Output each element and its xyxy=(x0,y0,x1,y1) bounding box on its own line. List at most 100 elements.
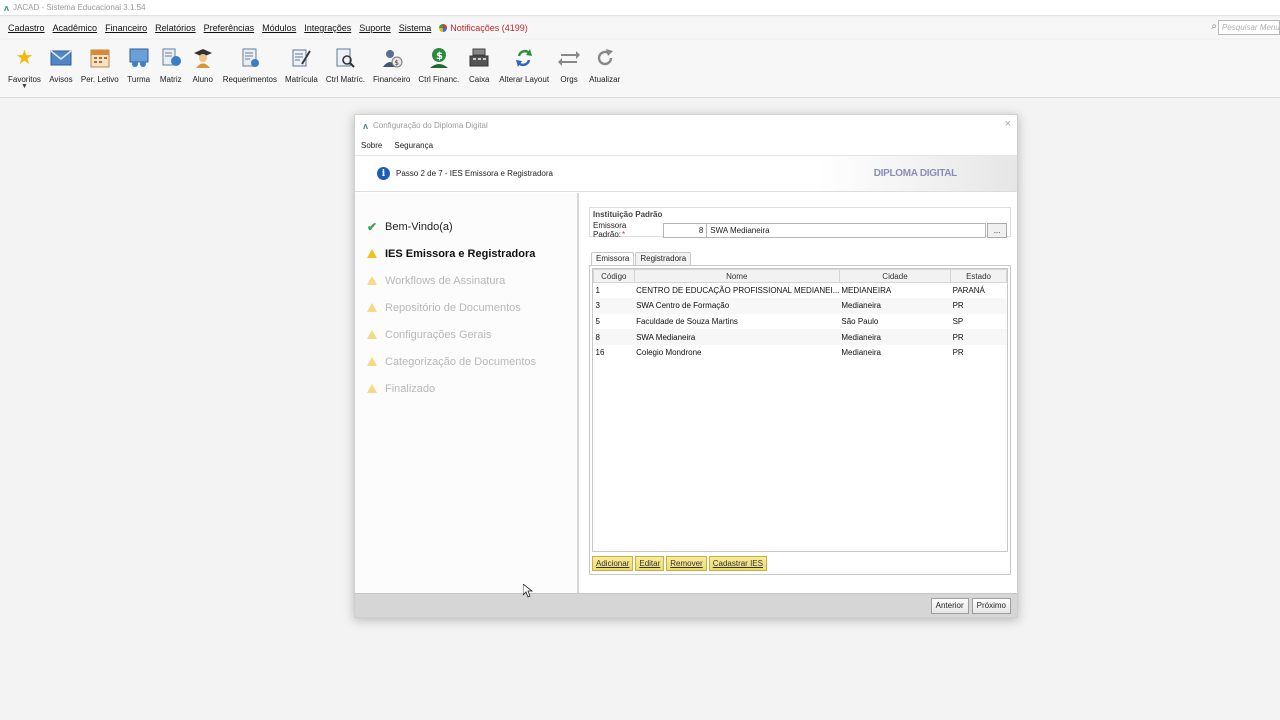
table-row[interactable]: 16 Colegio Mondrone Medianeira PR xyxy=(593,344,1007,361)
cell-estado: SP xyxy=(950,313,1007,330)
table-row[interactable]: 1 CENTRO DE EDUCAÇÃO PROFISSIONAL MEDIAN… xyxy=(593,282,1007,299)
required-marker: * xyxy=(622,230,626,239)
menu-financeiro[interactable]: Financeiro xyxy=(105,23,147,33)
toolbar-alterar-layout[interactable]: Alterar Layout xyxy=(495,40,553,96)
dialog-menu-sobre[interactable]: Sobre xyxy=(361,141,382,150)
toolbar-favoritos[interactable]: ★ Favoritos ▼ xyxy=(4,40,45,96)
matrix-icon xyxy=(159,46,183,70)
cell-codigo: 5 xyxy=(593,313,635,330)
table-row[interactable]: 8 SWA Medianeira Medianeira PR xyxy=(593,329,1007,345)
toolbar-financeiro[interactable]: $ Financeiro xyxy=(369,40,414,96)
lookup-button[interactable]: ... xyxy=(987,222,1007,238)
cell-codigo: 1 xyxy=(593,282,635,299)
cell-codigo: 3 xyxy=(593,298,635,314)
column-header-estado[interactable]: Estado xyxy=(950,269,1007,283)
envelope-icon xyxy=(49,46,73,70)
emissora-padrao-label: Emissora Padrão:* xyxy=(593,221,660,239)
warning-icon xyxy=(367,384,377,393)
dialog-title-bar: ʌ Configuração do Diploma Digital xyxy=(355,115,1017,136)
app-title: JACAD - Sistema Educacional 3.1.54 xyxy=(13,3,146,12)
tab-emissora[interactable]: Emissora xyxy=(591,252,635,265)
emissora-code-field[interactable]: 8 xyxy=(663,222,708,238)
wizard-step-label: Bem-Vindo(a) xyxy=(385,220,453,233)
remover-button[interactable]: Remover xyxy=(666,556,707,571)
svg-text:$: $ xyxy=(436,51,443,62)
wizard-step-repositorio: Repositório de Documentos xyxy=(365,294,577,321)
dialog-menu-seguranca[interactable]: Segurança xyxy=(394,141,433,150)
toolbar-turma[interactable]: Turma xyxy=(123,40,155,96)
cadastrar-ies-button[interactable]: Cadastrar IES xyxy=(708,556,767,571)
cell-nome: SWA Centro de Formação xyxy=(634,298,840,314)
instituicao-padrao-group: Instituição Padrão Emissora Padrão:* 8 S… xyxy=(589,207,1011,239)
tab-registradora[interactable]: Registradora xyxy=(635,252,692,265)
cell-estado: PR xyxy=(950,329,1007,345)
toolbar-label: Aluno xyxy=(192,75,213,84)
toolbar-label: Turma xyxy=(127,75,151,84)
app-logo-icon: ʌ xyxy=(4,2,10,13)
wizard-header: i Passo 2 de 7 - IES Emissora e Registra… xyxy=(355,156,1017,192)
ies-table: Código Nome Cidade Estado 1 CENTRO DE ED… xyxy=(592,268,1008,552)
emissora-name-field[interactable]: SWA Medianeira xyxy=(707,222,987,238)
menu-integracoes[interactable]: Integrações xyxy=(304,23,351,33)
toolbar-label: Ctrl Financ. xyxy=(418,75,460,84)
close-icon[interactable]: × xyxy=(1005,118,1011,130)
toolbar-aluno[interactable]: Aluno xyxy=(187,40,219,96)
cell-cidade: MEDIANEIRA xyxy=(839,282,951,299)
finance-control-icon: $ xyxy=(427,46,451,70)
cell-cidade: Medianeira xyxy=(839,298,951,314)
toolbar-atualizar[interactable]: Atualizar xyxy=(585,40,624,96)
notifications-icon xyxy=(439,24,448,32)
toolbar-label: Caixa xyxy=(469,75,490,84)
toolbar-per-letivo[interactable]: Per. Letivo xyxy=(77,40,123,96)
emissora-tab-panel: Código Nome Cidade Estado 1 CENTRO DE ED… xyxy=(589,265,1011,575)
toolbar-ctrl-matric[interactable]: Ctrl Matríc. xyxy=(322,40,369,96)
toolbar-caixa[interactable]: Caixa xyxy=(463,40,495,96)
next-button[interactable]: Próximo xyxy=(971,597,1011,614)
wizard-step-text: Passo 2 de 7 - IES Emissora e Registrado… xyxy=(396,169,553,178)
toolbar-label: Ctrl Matríc. xyxy=(325,75,365,84)
calendar-icon xyxy=(88,46,112,70)
mouse-cursor-icon xyxy=(523,584,533,598)
table-row[interactable]: 3 SWA Centro de Formação Medianeira PR xyxy=(593,298,1007,314)
menu-preferencias[interactable]: Preferências xyxy=(204,23,255,33)
warning-icon xyxy=(367,330,377,339)
wizard-body: ✔ Bem-Vindo(a) IES Emissora e Registrado… xyxy=(355,193,1017,593)
menu-cadastro[interactable]: Cadastro xyxy=(8,23,45,33)
toolbar-matriz[interactable]: Matriz xyxy=(155,40,187,96)
cell-estado: PR xyxy=(950,298,1007,314)
cell-nome: CENTRO DE EDUCAÇÃO PROFISSIONAL MEDIANEI… xyxy=(634,282,840,299)
menu-suporte[interactable]: Suporte xyxy=(359,23,391,33)
column-header-codigo[interactable]: Código xyxy=(593,269,635,283)
column-header-cidade[interactable]: Cidade xyxy=(838,269,952,283)
toolbar-label: Per. Letivo xyxy=(80,75,119,84)
dialog-title: Configuração do Diploma Digital xyxy=(373,121,488,130)
toolbar-requerimentos[interactable]: Requerimentos xyxy=(219,40,281,96)
dialog-menu-bar: Sobre Segurança xyxy=(355,136,1017,156)
table-row[interactable]: 5 Faculdade de Souza Martins São Paulo S… xyxy=(593,313,1007,330)
menu-academico[interactable]: Acadêmico xyxy=(53,23,98,33)
editar-button[interactable]: Editar xyxy=(635,556,665,571)
menu-relatorios[interactable]: Relatórios xyxy=(155,23,196,33)
toolbar-orgs[interactable]: Orgs xyxy=(553,40,585,96)
toolbar-avisos[interactable]: Avisos xyxy=(45,40,77,96)
wizard-step-ies: IES Emissora e Registradora xyxy=(365,240,577,267)
toolbar-ctrl-financ[interactable]: $ Ctrl Financ. xyxy=(414,40,463,96)
cell-cidade: Medianeira xyxy=(839,329,951,345)
adicionar-button[interactable]: Adicionar xyxy=(592,556,634,571)
back-button[interactable]: Anterior xyxy=(930,597,969,614)
toolbar-label: Alterar Layout xyxy=(499,75,550,84)
menu-notifications[interactable]: Notificações (4199) xyxy=(439,23,528,33)
main-toolbar: ★ Favoritos ▼ Avisos Per. Letivo Turma M… xyxy=(0,40,1280,98)
menu-search-input[interactable]: Pesquisar Menu xyxy=(1218,20,1280,35)
cell-cidade: São Paulo xyxy=(839,313,951,330)
menu-sistema[interactable]: Sistema xyxy=(399,23,432,33)
wizard-steps-list: ✔ Bem-Vindo(a) IES Emissora e Registrado… xyxy=(355,193,579,593)
warning-icon xyxy=(367,357,377,366)
column-header-nome[interactable]: Nome xyxy=(633,269,840,283)
warning-icon xyxy=(367,276,377,285)
toolbar-matricula[interactable]: Matrícula xyxy=(281,40,322,96)
finance-icon: $ xyxy=(380,46,404,70)
wizard-step-categorizacao: Categorização de Documentos xyxy=(365,348,577,375)
cash-register-icon xyxy=(467,46,491,70)
menu-modulos[interactable]: Módulos xyxy=(262,23,296,33)
